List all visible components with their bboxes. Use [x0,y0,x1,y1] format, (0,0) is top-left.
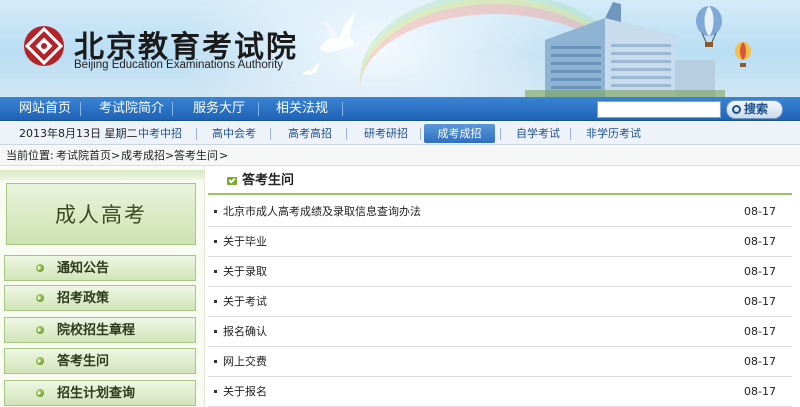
breadcrumb-prefix: 当前位置: [6,149,54,162]
sidebar-item-label: 通知公告 [57,261,110,276]
article-row[interactable]: 关于录取 08-17 [208,257,792,287]
bullet-icon [214,300,217,303]
article-title[interactable]: 报名确认 [223,317,267,347]
article-title[interactable]: 关于录取 [223,257,267,287]
sidebar-title: 成人高考 [6,183,196,245]
site-logo-subtitle: Beijing Education Examinations Authority [74,59,284,71]
subnav-item-feixueli[interactable]: 非学历考试 [586,122,641,145]
article-date: 08-17 [744,325,776,338]
bjeea-logo-icon[interactable] [22,24,66,68]
article-title[interactable]: 关于毕业 [223,227,267,257]
breadcrumb-separator: > [165,149,175,162]
breadcrumb-separator: > [111,149,121,162]
sidebar-item-plan-query[interactable]: 招生计划查询 [4,380,196,406]
article-row[interactable]: 关于报名 08-17 [208,377,792,407]
nav-about[interactable]: 考试院简介 [99,97,164,121]
dove-icon [320,12,356,53]
bullet-icon [214,330,217,333]
article-title[interactable]: 关于考试 [223,287,267,317]
sidebar-item-label: 招考政策 [57,291,110,306]
subnav-item-zhongkao[interactable]: 中考中招 [138,122,182,145]
arrow-bullet-icon [36,326,44,334]
subnav-item-zixue[interactable]: 自学考试 [516,122,560,145]
breadcrumb-current: 答考生问 [174,149,218,162]
bullet-icon [214,270,217,273]
nav-divider [80,102,81,116]
search-input[interactable] [597,101,721,118]
small-dove-icon [302,63,320,75]
bullet-icon [214,240,217,243]
sidebar-item-notices[interactable]: 通知公告 [4,255,196,281]
section-title: 答考生问 [242,173,295,188]
sidebar-item-faq[interactable]: 答考生问 [4,348,196,374]
article-date: 08-17 [744,235,776,248]
article-title[interactable]: 关于报名 [223,377,267,407]
bullet-icon [214,210,217,213]
article-row[interactable]: 北京市成人高考成绩及录取信息查询办法 08-17 [208,197,792,227]
sidebar-item-policy[interactable]: 招考政策 [4,285,196,311]
nav-divider [342,102,343,116]
nav-service-hall[interactable]: 服务大厅 [193,97,245,121]
arrow-bullet-icon [36,294,44,302]
bullet-icon [214,390,217,393]
sidebar-item-label: 答考生问 [57,354,110,369]
site-banner: 北京教育考试院 Beijing Education Examinations A… [0,0,800,97]
hot-air-balloon-icon [696,6,722,47]
section-header: 答考生问 [208,167,792,195]
nav-home[interactable]: 网站首页 [19,97,71,121]
article-date: 08-17 [744,205,776,218]
article-row[interactable]: 关于毕业 08-17 [208,227,792,257]
sub-nav: 2013年8月13日 星期二 中考中招 高中会考 高考高招 研考研招 成考成招 … [0,122,800,145]
article-date: 08-17 [744,355,776,368]
arrow-bullet-icon [36,357,44,365]
subnav-item-chengkao-active[interactable]: 成考成招 [424,124,495,143]
article-date: 08-17 [744,385,776,398]
subnav-divider [270,128,271,140]
article-title[interactable]: 网上交费 [223,347,267,377]
sidebar-top-bar [0,170,205,180]
arrow-bullet-icon [36,389,44,397]
sidebar: 成人高考 通知公告 招考政策 院校招生章程 答考生问 招生计划查询 [0,167,205,407]
subnav-divider [346,128,347,140]
bullet-icon [214,360,217,363]
subnav-divider [570,128,571,140]
article-row[interactable]: 网上交费 08-17 [208,347,792,377]
subnav-divider [420,128,421,140]
sidebar-item-label: 招生计划查询 [57,386,136,401]
breadcrumb: 当前位置: 考试院首页 > 成考成招 > 答考生问 > [0,146,800,166]
nav-divider [172,102,173,116]
subnav-divider [120,128,121,140]
article-date: 08-17 [744,295,776,308]
subnav-divider [196,128,197,140]
breadcrumb-chengkao[interactable]: 成考成招 [121,146,165,166]
article-title[interactable]: 北京市成人高考成绩及录取信息查询办法 [223,197,421,227]
sidebar-item-charters[interactable]: 院校招生章程 [4,317,196,343]
subnav-item-huikao[interactable]: 高中会考 [212,122,256,145]
main-content: 答考生问 北京市成人高考成绩及录取信息查询办法 08-17 关于毕业 08-17… [208,167,792,407]
subnav-item-yankao[interactable]: 研考研招 [364,122,408,145]
article-row[interactable]: 关于考试 08-17 [208,287,792,317]
search-button-label: 搜索 [744,102,769,116]
breadcrumb-home[interactable]: 考试院首页 [56,146,111,166]
checkmark-icon [227,177,237,185]
breadcrumb-separator: > [219,149,229,162]
small-balloon-icon [735,42,751,67]
nav-divider [258,102,259,116]
article-date: 08-17 [744,265,776,278]
arrow-bullet-icon [36,264,44,272]
search-button[interactable]: 搜索 [726,100,783,119]
subnav-item-gaokao[interactable]: 高考高招 [288,122,332,145]
article-row[interactable]: 报名确认 08-17 [208,317,792,347]
search-icon [732,105,741,114]
subnav-divider [500,128,501,140]
nav-regulations[interactable]: 相关法规 [276,97,328,121]
sidebar-item-label: 院校招生章程 [57,323,136,338]
